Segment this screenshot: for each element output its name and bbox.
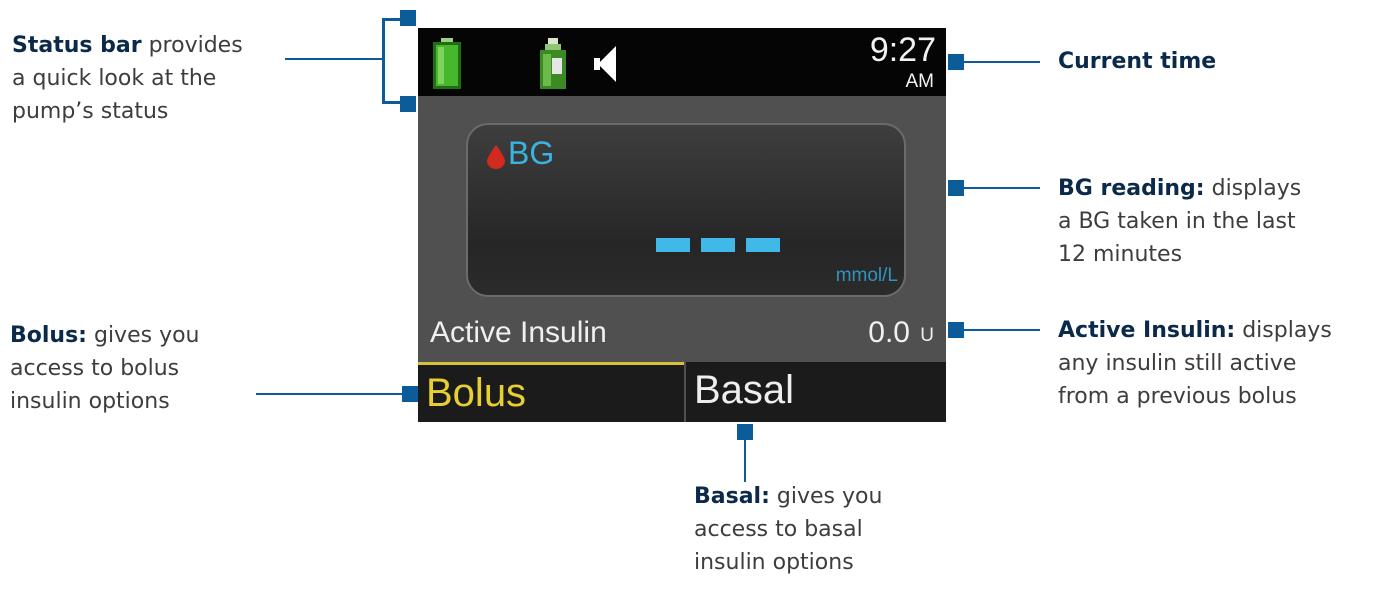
basal-connector — [744, 438, 746, 482]
active-insulin-value: 0.0 — [868, 316, 910, 349]
active-insulin-callout: Active Insulin: displays any insulin sti… — [1058, 314, 1332, 413]
callout-title: Basal: — [694, 484, 770, 509]
bolus-callout: Bolus: gives you access to bolus insulin… — [10, 319, 200, 418]
bg-placeholder-dash — [746, 238, 780, 252]
bolus-tab-label: Bolus — [426, 371, 527, 415]
callout-text: a quick look at the — [12, 66, 217, 91]
active-insulin-label: Active Insulin — [430, 316, 607, 349]
status-bar: 9:27 AM — [418, 28, 946, 96]
reservoir-icon — [540, 38, 566, 89]
bolus-connector — [256, 393, 406, 395]
status-bar-marker — [400, 96, 416, 112]
callout-text: pump’s status — [12, 99, 169, 124]
callout-title: Active Insulin: — [1058, 318, 1236, 343]
callout-text: displays — [1211, 176, 1302, 201]
time-period: AM — [905, 71, 935, 92]
bg-reading-callout: BG reading: displays a BG taken in the l… — [1058, 172, 1301, 271]
status-bar-marker — [400, 10, 416, 26]
active-insulin-connector — [962, 329, 1040, 331]
bolus-tab[interactable]: Bolus — [418, 362, 684, 422]
basal-tab[interactable]: Basal — [686, 362, 946, 422]
callout-text: 12 minutes — [1058, 242, 1183, 267]
volume-icon — [594, 46, 616, 82]
callout-text: provides — [148, 33, 243, 58]
bg-reading-panel: BG mmol/L — [466, 123, 906, 297]
callout-title: Current time — [1058, 49, 1217, 74]
bolus-marker — [402, 386, 418, 402]
callout-text: access to basal — [694, 517, 863, 542]
callout-title: BG reading: — [1058, 176, 1205, 201]
callout-text: from a previous bolus — [1058, 384, 1297, 409]
callout-title: Status bar — [12, 33, 142, 58]
callout-text: insulin options — [10, 389, 170, 414]
callout-text: insulin options — [694, 550, 854, 575]
callout-text: gives you — [93, 323, 200, 348]
callout-title: Bolus: — [10, 323, 87, 348]
bg-reading-connector — [962, 187, 1040, 189]
callout-text: gives you — [776, 484, 883, 509]
status-bar-callout: Status bar provides a quick look at the … — [12, 29, 243, 128]
callout-text: displays — [1242, 318, 1332, 343]
basal-callout: Basal: gives you access to basal insulin… — [694, 480, 882, 579]
active-insulin-row: Active Insulin 0.0 U — [418, 308, 946, 360]
battery-icon — [433, 38, 461, 89]
bg-unit: mmol/L — [835, 265, 898, 286]
blood-drop-icon — [487, 145, 505, 169]
status-bar-connector — [382, 18, 385, 104]
current-time-connector — [962, 61, 1040, 63]
bg-placeholder-dash — [656, 238, 690, 252]
current-time-callout: Current time — [1058, 45, 1216, 78]
basal-tab-label: Basal — [694, 368, 795, 412]
status-bar-connector — [285, 58, 383, 60]
pump-screen: 9:27 AM BG mmol/L Active Insulin 0.0 U B… — [418, 28, 946, 422]
bg-placeholder-dash — [701, 238, 735, 252]
callout-text: access to bolus — [10, 356, 180, 381]
current-time: 9:27 — [869, 31, 936, 69]
callout-text: a BG taken in the last — [1058, 209, 1296, 234]
bg-label: BG — [508, 135, 555, 171]
active-insulin-unit: U — [920, 325, 934, 346]
callout-text: any insulin still active — [1058, 351, 1297, 376]
